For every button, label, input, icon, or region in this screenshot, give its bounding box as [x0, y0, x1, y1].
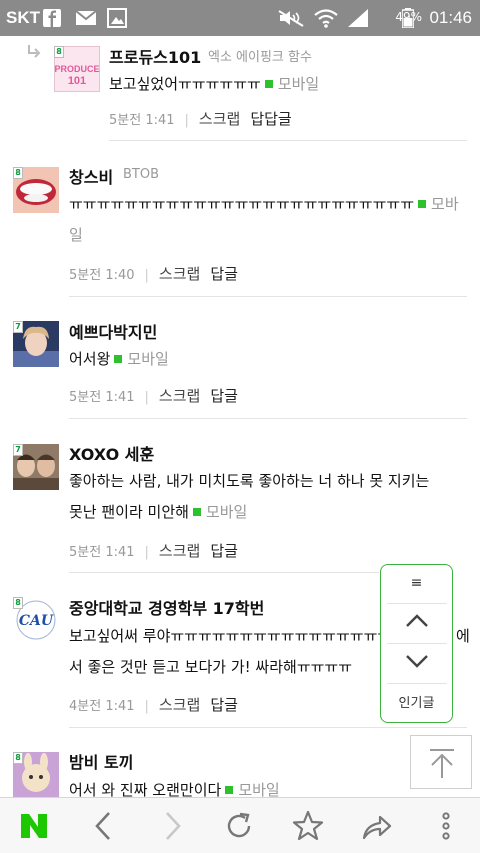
mail-icon [75, 10, 97, 25]
comment-text: ㅠㅠㅠㅠㅠㅠㅠㅠㅠㅠㅠㅠㅠㅠㅠㅠㅠㅠㅠㅠㅠㅠㅠㅠㅠ 모바 일 [69, 195, 459, 244]
carrier-label: SKT [6, 8, 40, 27]
comment-time: 5분전 1:40 [69, 268, 135, 283]
author-fandom-tag: BTOB [123, 167, 160, 182]
bookmark-star-icon[interactable] [290, 808, 326, 844]
mobile-tag: 모바일 [110, 350, 168, 368]
comment-author[interactable]: 프로듀스101 [109, 44, 201, 68]
comment-author[interactable]: 중앙대학교 경영학부 17학번 [69, 595, 264, 619]
scroll-to-top-icon [430, 749, 454, 778]
gallery-icon [107, 8, 127, 28]
signal-icon [348, 9, 368, 27]
divider [69, 727, 467, 728]
scroll-to-top-button[interactable] [410, 735, 472, 789]
comment-text: 보고싶었어ㅠㅠㅠㅠㅠㅠ 모바일 [109, 75, 320, 93]
forward-icon[interactable] [154, 808, 190, 844]
mobile-tag: 모바 [414, 195, 459, 213]
reply-button[interactable]: 답글 [210, 696, 238, 714]
avatar[interactable]: 8 [13, 752, 59, 798]
comment-author[interactable]: XOXO 세훈 [69, 441, 154, 465]
svg-text:PRODUCE: PRODUCE [54, 64, 99, 74]
more-options-icon[interactable] [428, 808, 464, 844]
floating-nav: ≡ 인기글 [380, 564, 453, 723]
comment-meta: 5분전 1:41 | 스크랩 답글 [69, 387, 238, 405]
svg-text:101: 101 [68, 75, 86, 87]
author-fandom-tag: 엑소 에이핑크 함수 [208, 50, 312, 65]
level-badge: 7 [13, 321, 23, 333]
wifi-icon [314, 9, 338, 28]
clock: 01:46 [429, 8, 472, 27]
level-badge: 8 [13, 597, 23, 609]
share-icon[interactable] [358, 808, 394, 844]
comment-author[interactable]: 예쁘다박지민 [69, 319, 157, 343]
scroll-down-button[interactable] [381, 653, 452, 673]
reply-button[interactable]: 답글 [210, 387, 238, 405]
comment-author[interactable]: 창스비 [69, 164, 113, 188]
level-badge: 7 [13, 444, 23, 456]
battery-icon [402, 8, 414, 28]
reply-arrow-icon [28, 45, 41, 58]
naver-home-icon[interactable] [16, 808, 52, 844]
scrap-button[interactable]: 스크랩 [159, 387, 200, 405]
comment-meta: 5분전 1:41 | 스크랩 답답글 [109, 110, 292, 128]
reply-button[interactable]: 답글 [210, 542, 238, 560]
avatar[interactable]: CAU 8 [13, 597, 59, 643]
scrap-button[interactable]: 스크랩 [159, 542, 200, 560]
level-badge: 8 [13, 167, 23, 179]
comment-time: 5분전 1:41 [69, 390, 135, 405]
facebook-icon [43, 9, 61, 27]
divider [69, 572, 379, 573]
browser-toolbar [0, 797, 480, 853]
scrap-button[interactable]: 스크랩 [199, 110, 240, 128]
mute-icon [278, 10, 304, 27]
svg-text:CAU: CAU [19, 613, 54, 629]
chevron-up-icon [405, 614, 428, 627]
comment-text: 어서왕 모바일 [69, 350, 169, 368]
refresh-icon[interactable] [221, 808, 257, 844]
popular-posts-button[interactable]: 인기글 [381, 692, 452, 711]
comment-time: 4분전 1:41 [69, 699, 135, 714]
avatar[interactable]: 7 [13, 321, 59, 367]
divider [69, 296, 467, 297]
divider [109, 140, 467, 141]
scrap-button[interactable]: 스크랩 [159, 696, 200, 714]
status-bar: SKT 49% 01:46 [0, 0, 480, 36]
comment-author[interactable]: 밤비 토끼 [69, 749, 133, 773]
divider [69, 418, 467, 419]
comment-meta: 5분전 1:40 | 스크랩 답글 [69, 265, 238, 283]
scroll-up-button[interactable] [381, 613, 452, 633]
chevron-down-icon [405, 655, 428, 668]
comment-text: 좋아하는 사람, 내가 미치도록 좋아하는 너 하나 못 지키는 못난 팬이라 미… [69, 472, 430, 521]
comment-meta: 4분전 1:41 | 스크랩 답글 [69, 696, 238, 714]
avatar[interactable]: 7 [13, 444, 59, 490]
reply-button[interactable]: 답글 [210, 265, 238, 283]
comment-time: 5분전 1:41 [109, 113, 175, 128]
comment-meta: 5분전 1:41 | 스크랩 답글 [69, 542, 238, 560]
level-badge: 8 [13, 752, 23, 764]
comment-time: 5분전 1:41 [69, 545, 135, 560]
mobile-tag: 모바일 [261, 75, 319, 93]
avatar[interactable]: PRODUCE 101 8 [54, 46, 100, 92]
menu-icon[interactable]: ≡ [381, 575, 452, 591]
avatar[interactable]: 8 [13, 167, 59, 213]
mobile-tag: 모바일 [189, 503, 247, 521]
level-badge: 8 [54, 46, 64, 58]
reply-button[interactable]: 답답글 [250, 110, 291, 128]
back-icon[interactable] [86, 808, 122, 844]
scrap-button[interactable]: 스크랩 [159, 265, 200, 283]
